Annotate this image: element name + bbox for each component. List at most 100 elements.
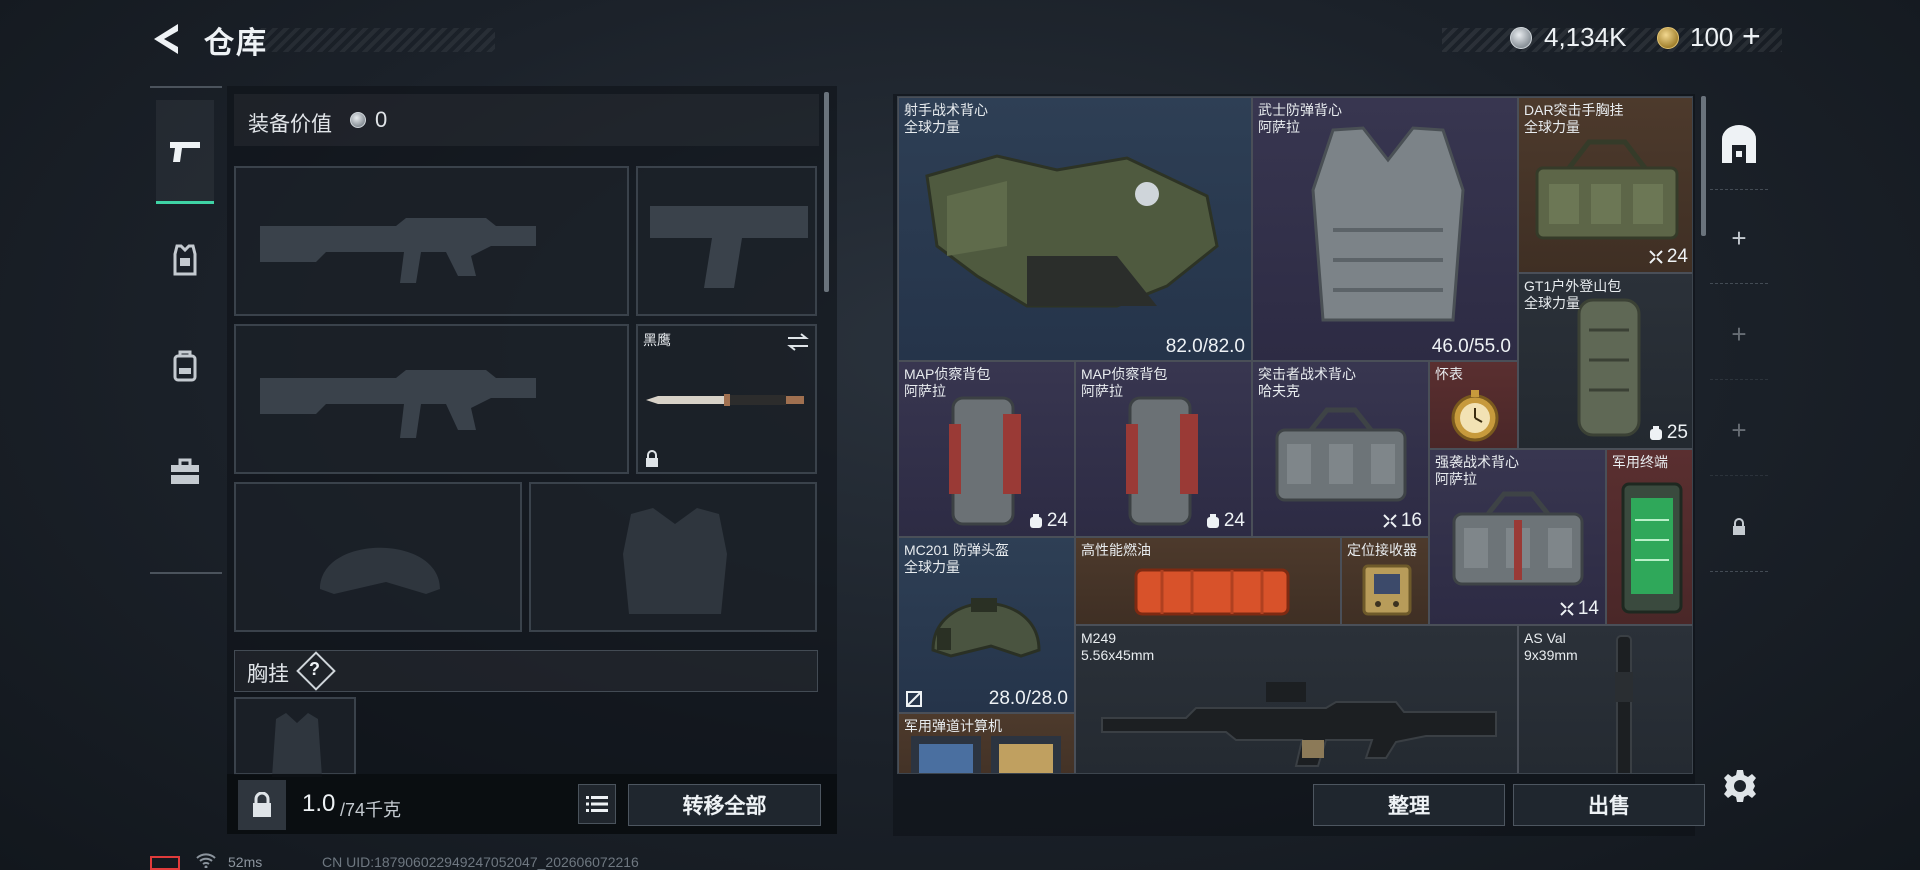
wifi-icon: [196, 853, 216, 868]
silver-amount: 4,134K: [1544, 22, 1627, 52]
rifle-silhouette-icon: [260, 218, 536, 283]
list-icon: [586, 796, 608, 812]
item-strike-vest[interactable]: 强袭战术背心 阿萨拉 14: [1429, 449, 1606, 625]
weight-current: 1.0: [302, 790, 336, 817]
add-currency-button[interactable]: +: [1742, 18, 1761, 55]
item-m249[interactable]: M249 5.56x45mm: [1075, 625, 1518, 773]
add-storage-page-button[interactable]: +: [1710, 386, 1768, 476]
item-name: DAR突击手胸挂 全球力量: [1524, 102, 1624, 135]
rifle-silhouette-icon: [260, 370, 536, 438]
item-durability: 46.0/55.0: [1431, 336, 1511, 357]
item-map-recon-backpack[interactable]: MAP侦察背包 阿萨拉 24: [1075, 361, 1252, 537]
add-storage-page-button[interactable]: +: [1710, 194, 1768, 284]
battery-icon: [150, 856, 180, 870]
gold-coin-icon: [1657, 27, 1679, 49]
item-dar-chest-rig[interactable]: DAR突击手胸挂 全球力量 24: [1518, 97, 1692, 273]
item-capacity: 14: [1560, 598, 1599, 620]
item-military-terminal[interactable]: 军用终端: [1606, 449, 1692, 625]
terminal-image: [1621, 482, 1683, 614]
item-name: AS Val 9x39mm: [1524, 630, 1578, 663]
receiver-image: [1362, 564, 1412, 616]
padlock-icon: [253, 792, 271, 817]
backpack-capacity-icon: [1029, 514, 1042, 528]
item-gt1-backpack[interactable]: GT1户外登山包 全球力量 25: [1518, 273, 1692, 449]
storage-page-main[interactable]: [1710, 100, 1768, 190]
backpack-capacity-icon: [1206, 514, 1219, 528]
tactical-vest-image: [1275, 407, 1407, 502]
helmet-image: [931, 598, 1041, 658]
machine-gun-image: [1101, 682, 1497, 767]
gear-icon[interactable]: [1722, 768, 1758, 804]
item-map-recon-backpack[interactable]: MAP侦察背包 阿萨拉 24: [898, 361, 1075, 537]
item-high-performance-fuel[interactable]: 高性能燃油: [1075, 537, 1341, 625]
item-name: 武士防弹背心 阿萨拉: [1258, 102, 1342, 135]
add-storage-page-button[interactable]: +: [1710, 290, 1768, 380]
item-name: 强袭战术背心 阿萨拉: [1435, 454, 1519, 487]
item-count: 14: [1577, 598, 1599, 619]
tab-weapons[interactable]: [156, 100, 214, 204]
equipment-scrollbar[interactable]: [824, 92, 829, 292]
lock-icon: [646, 450, 658, 467]
lock-button[interactable]: [238, 780, 286, 830]
help-icon[interactable]: ?: [309, 659, 320, 680]
locked-storage-page[interactable]: [1710, 482, 1768, 572]
tab-armor[interactable]: [156, 208, 214, 312]
item-ballistic-computer[interactable]: 军用弹道计算机: [898, 713, 1075, 773]
vest-silhouette-icon: [623, 508, 727, 614]
warehouse-icon: [1722, 124, 1756, 163]
storage-page-column: + + +: [1710, 94, 1768, 584]
item-durability: 82.0/82.0: [1165, 336, 1245, 357]
item-name: 怀表: [1435, 366, 1463, 382]
item-name: 射手战术背心 全球力量: [904, 102, 988, 135]
secondary-weapon-slot[interactable]: [234, 324, 629, 474]
item-as-val[interactable]: AS Val 9x39mm: [1518, 625, 1692, 773]
item-assaulter-vest[interactable]: 突击者战术背心 哈夫克 16: [1252, 361, 1429, 537]
warehouse-scrollbar[interactable]: [1701, 96, 1706, 236]
fuel-case-image: [1134, 568, 1290, 616]
ping-text: 52ms: [228, 854, 263, 870]
chest-rig-silhouette-icon: [272, 713, 322, 777]
item-name: 军用弹道计算机: [904, 718, 1002, 734]
grid-capacity-icon: [1649, 250, 1663, 264]
backpack-icon: [173, 350, 197, 382]
item-count: 16: [1400, 510, 1422, 531]
no-armor-icon: [906, 691, 922, 707]
chest-rig-label: 胸挂: [247, 663, 289, 686]
item-position-receiver[interactable]: 定位接收器: [1341, 537, 1429, 625]
item-name: MAP侦察背包 阿萨拉: [1081, 366, 1168, 399]
warehouse-grid: 射手战术背心 全球力量 82.0/82.0 武士防弹背心 阿萨拉 46.0/55…: [897, 96, 1693, 774]
silver-coin-icon: [1510, 27, 1532, 49]
rifle-image: [1615, 635, 1633, 773]
item-samurai-body-armor[interactable]: 武士防弹背心 阿萨拉 46.0/55.0: [1252, 97, 1518, 361]
list-view-button[interactable]: [578, 784, 616, 824]
grid-capacity-icon: [1560, 602, 1574, 616]
chest-rig-slot[interactable]: [234, 697, 356, 777]
item-mc201-helmet[interactable]: MC201 防弹头盔 全球力量 28.0/28.0: [898, 537, 1075, 713]
item-capacity: 24: [1206, 510, 1245, 532]
item-name: 突击者战术背心 哈夫克: [1258, 366, 1356, 399]
helmet-slot[interactable]: [234, 482, 522, 632]
tab-case[interactable]: [156, 420, 214, 524]
item-pocket-watch[interactable]: 怀表: [1429, 361, 1518, 449]
ballistic-computer-image: [911, 736, 1061, 773]
gold-amount: 100: [1690, 22, 1734, 52]
back-arrow-icon[interactable]: [148, 20, 182, 58]
item-marksman-vest[interactable]: 射手战术背心 全球力量 82.0/82.0: [898, 97, 1252, 361]
plus-icon: +: [1731, 319, 1747, 349]
tab-backpack[interactable]: [156, 314, 214, 418]
sort-button[interactable]: 整理: [1313, 784, 1505, 826]
primary-weapon-slot[interactable]: [234, 166, 629, 316]
body-armor-image: [1311, 126, 1465, 322]
swap-icon[interactable]: [786, 332, 810, 352]
item-capacity: 24: [1029, 510, 1068, 532]
item-count: 24: [1223, 510, 1245, 531]
armor-slot[interactable]: [529, 482, 817, 632]
plus-icon: +: [1731, 223, 1747, 253]
melee-slot[interactable]: 黑鹰: [636, 324, 817, 474]
transfer-all-button[interactable]: 转移全部: [628, 784, 821, 826]
item-count: 24: [1046, 510, 1068, 531]
pistol-slot[interactable]: [636, 166, 817, 316]
silver-coin-icon: [350, 112, 366, 128]
lock-icon: [1733, 517, 1745, 535]
sell-button[interactable]: 出售: [1513, 784, 1705, 826]
